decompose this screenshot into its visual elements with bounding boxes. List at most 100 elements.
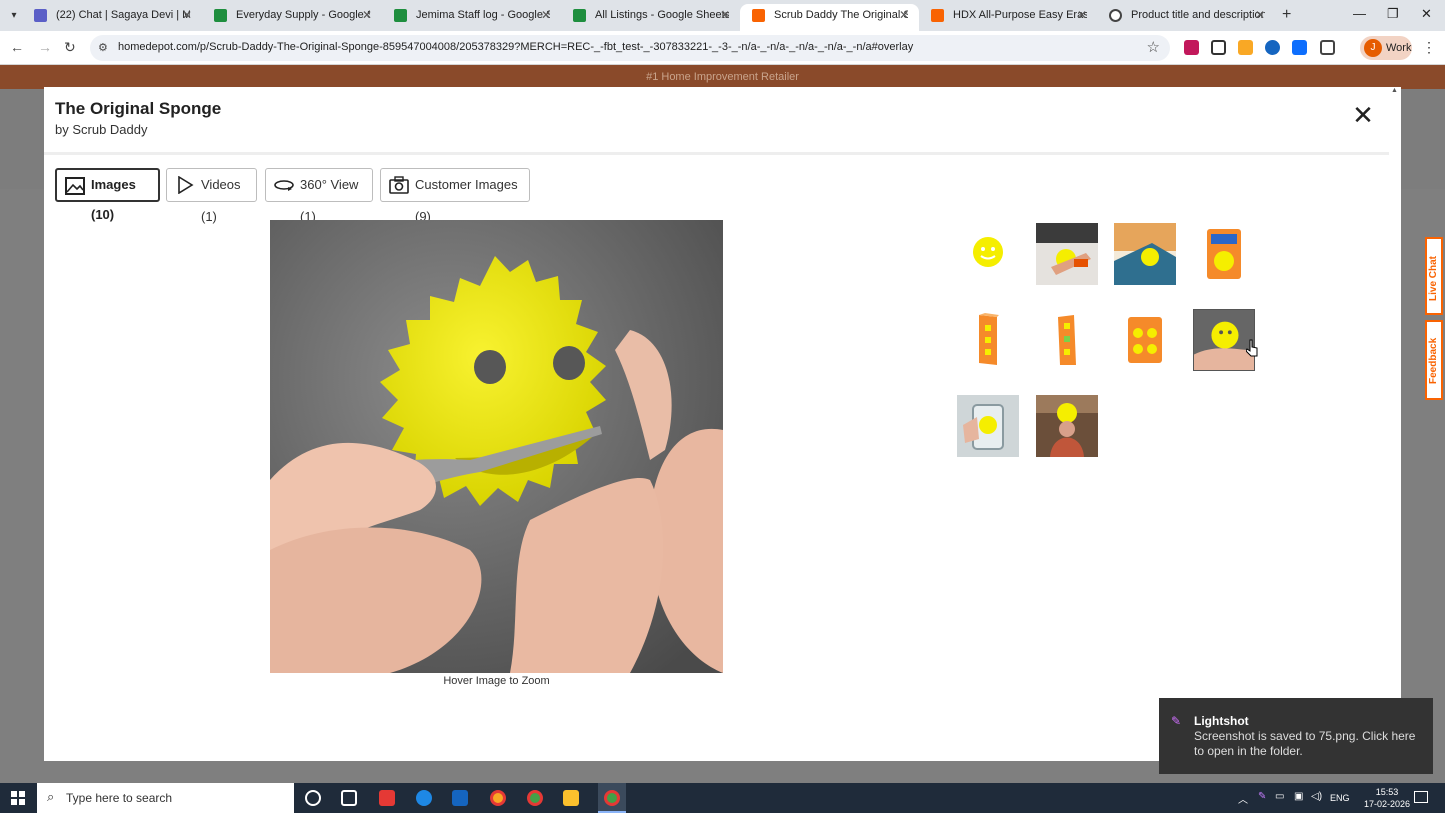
file-explorer-icon[interactable] <box>563 790 579 806</box>
main-product-image[interactable] <box>270 220 723 673</box>
profile-button[interactable]: J Work <box>1360 36 1412 60</box>
divider <box>44 152 1389 155</box>
tab-360-view[interactable]: 360° View (1) <box>265 168 373 224</box>
volume-icon[interactable]: ◁) <box>1311 791 1322 802</box>
site-info-icon[interactable]: ⚙ <box>98 41 108 54</box>
lightshot-notification[interactable]: ✎ Lightshot Screenshot is saved to 75.pn… <box>1159 698 1433 774</box>
globe-extension-icon[interactable] <box>1265 40 1280 55</box>
close-tab-icon[interactable]: ✕ <box>1255 4 1265 27</box>
browser-tab-scrub-daddy[interactable]: Scrub Daddy The Original Spon ✕ <box>740 4 919 31</box>
thumbnail-4[interactable] <box>1193 223 1255 285</box>
close-tab-icon[interactable]: ✕ <box>1077 4 1087 27</box>
thumbnail-5[interactable] <box>957 309 1019 371</box>
edge-icon[interactable] <box>416 790 432 806</box>
tab-label: Videos (1) <box>201 177 241 224</box>
calculator-icon[interactable] <box>452 790 468 806</box>
chrome-work-icon[interactable] <box>604 790 620 806</box>
search-placeholder: Type here to search <box>66 791 173 805</box>
notification-center-icon[interactable] <box>1414 791 1428 803</box>
download-extension-icon[interactable] <box>1184 40 1199 55</box>
new-tab-plus-icon[interactable]: + <box>1282 6 1291 24</box>
display-icon[interactable]: ▣ <box>1294 791 1303 802</box>
mouse-cursor-icon <box>1246 339 1258 357</box>
page-content: #1 Home Improvement Retailer ▲ The Origi… <box>0 65 1445 783</box>
thumbnail-6[interactable] <box>1036 309 1098 371</box>
taskbar-search[interactable]: ⌕ Type here to search <box>37 783 294 813</box>
play-icon <box>178 176 194 194</box>
profile-label: Work <box>1386 42 1412 54</box>
promo-banner: #1 Home Improvement Retailer <box>0 65 1445 89</box>
browser-tab-product-title[interactable]: Product title and description ✕ <box>1097 4 1275 31</box>
homedepot-icon <box>752 9 765 22</box>
address-bar[interactable]: ⚙ homedepot.com/p/Scrub-Daddy-The-Origin… <box>90 35 1170 61</box>
product-brand: by Scrub Daddy <box>55 122 148 137</box>
close-tab-icon[interactable]: ✕ <box>720 4 730 27</box>
bookmark-star-icon[interactable]: ☆ <box>1147 38 1160 56</box>
close-tab-icon[interactable]: ✕ <box>362 4 372 27</box>
browser-menu-icon[interactable]: ⋮ <box>1422 39 1436 56</box>
rotate-360-icon <box>274 180 294 191</box>
network-icon[interactable]: ▭ <box>1275 791 1284 802</box>
tab-label: HDX All-Purpose Easy Eraser Sp <box>953 9 1087 21</box>
system-clock[interactable]: 15:53 17-02-2026 <box>1364 786 1410 810</box>
cortana-icon[interactable] <box>305 790 321 806</box>
thumbnail-9[interactable] <box>957 395 1019 457</box>
tab-label: 360° View (1) <box>300 177 359 224</box>
close-overlay-icon[interactable]: ✕ <box>1349 101 1377 129</box>
media-overlay: ▲ The Original Sponge by Scrub Daddy ✕ I… <box>44 87 1401 761</box>
thumbnail-3[interactable] <box>1114 223 1176 285</box>
browser-tab-everyday-supply[interactable]: Everyday Supply - Google Shee ✕ <box>202 4 382 31</box>
profile-avatar: J <box>1364 39 1382 57</box>
clock-date: 17-02-2026 <box>1364 799 1411 809</box>
zoom-hint: Hover Image to Zoom <box>443 675 550 687</box>
close-tab-icon[interactable]: ✕ <box>899 4 909 27</box>
close-window-icon[interactable]: ✕ <box>1421 6 1432 22</box>
chrome-icon[interactable] <box>490 790 506 806</box>
feedback-tab[interactable]: Feedback <box>1425 320 1443 400</box>
chrome-profile-icon[interactable] <box>527 790 543 806</box>
close-tab-icon[interactable]: ✕ <box>541 4 551 27</box>
sheets-icon <box>573 9 586 22</box>
screen-extension-icon[interactable] <box>1292 40 1307 55</box>
thumbnail-1[interactable] <box>957 223 1019 285</box>
thumbnail-2[interactable] <box>1036 223 1098 285</box>
thumbnail-10[interactable] <box>1036 395 1098 457</box>
browser-tab-teams-chat[interactable]: (22) Chat | Sagaya Devi | Micro ✕ <box>22 4 202 31</box>
tab-videos[interactable]: Videos (1) <box>166 168 257 224</box>
tab-label: Images (10) <box>91 177 136 222</box>
sheets-icon <box>214 9 227 22</box>
browser-toolbar: ← → ↻ ⚙ homedepot.com/p/Scrub-Daddy-The-… <box>0 31 1445 65</box>
tab-customer-images[interactable]: Customer Images (9) <box>380 168 530 224</box>
windows-taskbar: ⌕ Type here to search ︿ ✎ ▭ ▣ ◁) ENG 15:… <box>0 783 1445 813</box>
browser-tab-jemima-staff-log[interactable]: Jemima Staff log - Google Shee ✕ <box>382 4 561 31</box>
reload-icon[interactable]: ↻ <box>64 39 76 56</box>
tab-label: Everyday Supply - Google Shee <box>236 9 370 21</box>
lightshot-tray-icon[interactable]: ✎ <box>1258 791 1266 802</box>
url-text[interactable]: homedepot.com/p/Scrub-Daddy-The-Original… <box>118 41 913 53</box>
show-hidden-icons-chevron-icon[interactable]: ︿ <box>1238 791 1248 806</box>
back-arrow-icon[interactable]: ← <box>10 39 24 55</box>
tab-label: Customer Images (9) <box>415 177 518 224</box>
browser-tab-hdx-eraser[interactable]: HDX All-Purpose Easy Eraser Sp ✕ <box>919 4 1097 31</box>
language-indicator[interactable]: ENG <box>1330 793 1350 803</box>
minimize-icon[interactable]: — <box>1353 6 1366 21</box>
task-view-icon[interactable] <box>341 790 357 806</box>
scroll-up-arrow-icon[interactable]: ▲ <box>1391 87 1398 94</box>
tab-search-chevron-icon[interactable]: ▾ <box>6 8 22 24</box>
tab-label: (22) Chat | Sagaya Devi | Micro <box>56 9 190 21</box>
chart-extension-icon[interactable] <box>1238 40 1253 55</box>
tab-images[interactable]: Images (10) <box>55 168 160 222</box>
maximize-icon[interactable]: ❐ <box>1387 6 1399 22</box>
extensions-puzzle-icon[interactable] <box>1320 40 1335 55</box>
forward-arrow-icon[interactable]: → <box>38 39 52 55</box>
lightshot-feather-icon: ✎ <box>1171 714 1182 728</box>
anydesk-icon[interactable] <box>379 790 395 806</box>
notification-message[interactable]: Screenshot is saved to 75.png. Click her… <box>1194 729 1424 759</box>
thumbnail-7[interactable] <box>1114 309 1176 371</box>
search-icon: ⌕ <box>47 789 55 804</box>
live-chat-tab[interactable]: Live Chat <box>1425 237 1443 315</box>
windows-start-icon[interactable] <box>11 791 25 805</box>
image-extension-icon[interactable] <box>1211 40 1226 55</box>
browser-tab-all-listings[interactable]: All Listings - Google Sheets ✕ <box>561 4 740 31</box>
close-tab-icon[interactable]: ✕ <box>182 4 192 27</box>
